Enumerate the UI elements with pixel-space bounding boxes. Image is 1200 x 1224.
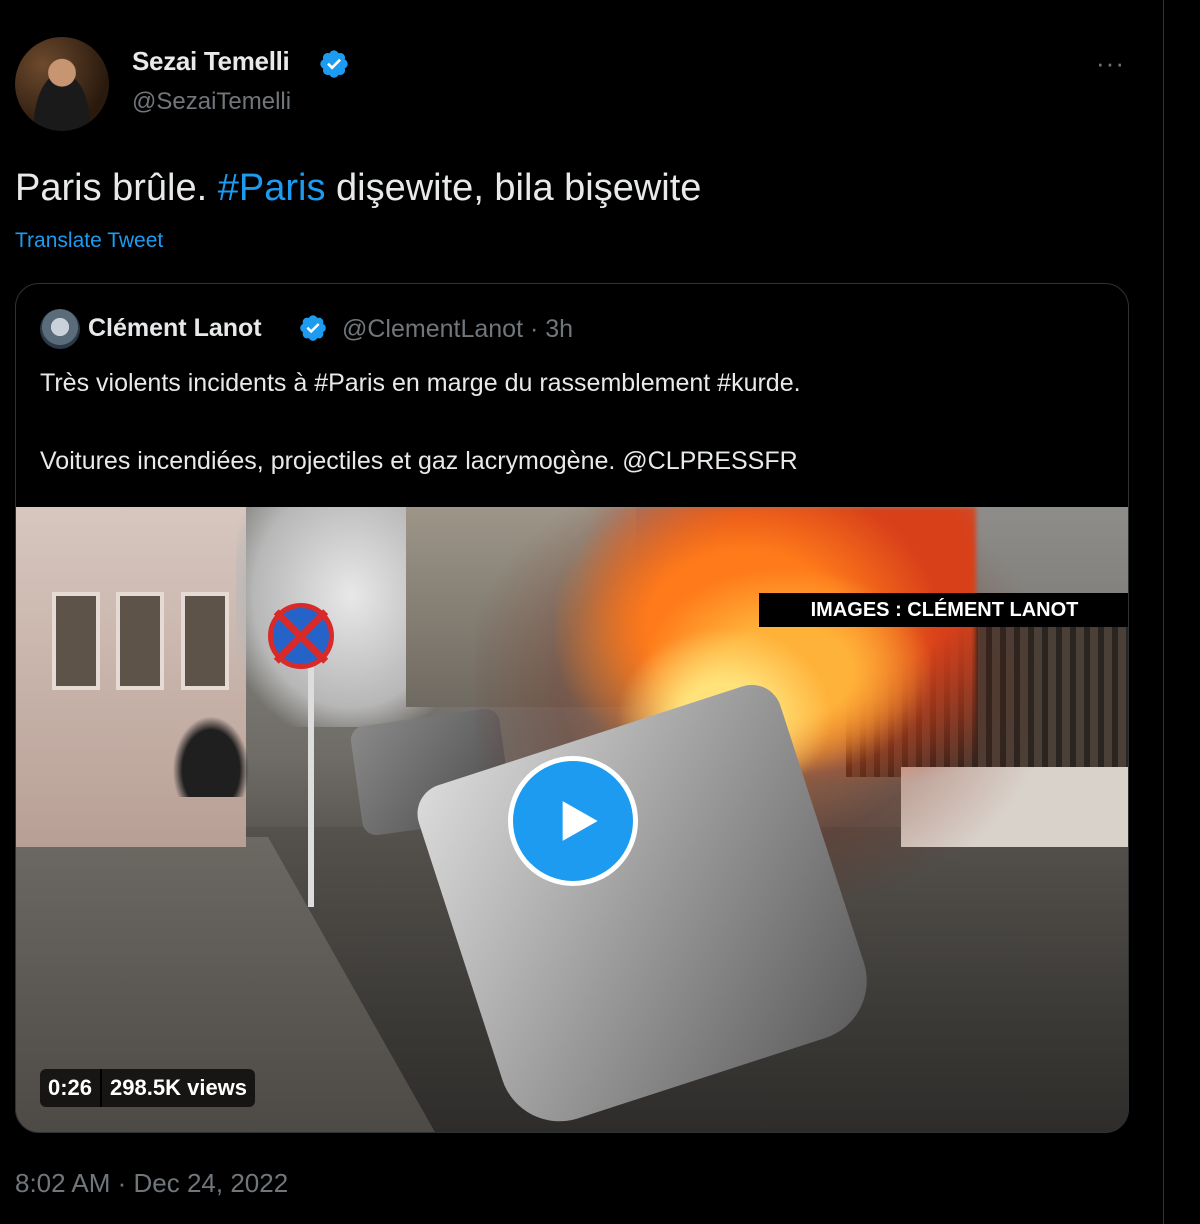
verified-badge-icon [320,50,348,78]
quoted-author-avatar [40,309,80,349]
verified-badge-icon [300,315,326,341]
quoted-tweet-text: Très violents incidents à #Paris en marg… [40,364,801,481]
play-button[interactable] [508,756,638,886]
video-views: 298.5K views [110,1075,248,1100]
tweet-text-part: Paris brûle. [15,167,218,209]
quoted-text-line: Voitures incendiées, projectiles et gaz … [40,447,798,475]
tweet-timestamp[interactable]: 8:02 AM · Dec 24, 2022 [15,1168,288,1199]
video-people [166,707,256,797]
video-stats: 0:26 298.5K views [40,1069,256,1107]
tweet-text: Paris brûle. #Paris dişewite, bila bişew… [15,167,701,210]
video-watermark: IMAGES : CLÉMENT LANOT [759,593,1128,627]
play-icon [562,801,598,841]
video-sign-pole [308,657,314,907]
translate-tweet-link[interactable]: Translate Tweet [15,229,163,253]
video-player[interactable]: IMAGES : CLÉMENT LANOT 0:26 298.5K views [16,507,1128,1132]
author-avatar[interactable] [15,37,109,131]
tweet-text-part: dişewite, bila bişewite [325,167,702,209]
quoted-text-line: Très violents incidents à #Paris en marg… [40,369,801,397]
author-handle[interactable]: @SezaiTemelli [132,88,291,116]
quoted-tweet-card[interactable]: Clément Lanot @ClementLanot · 3h Très vi… [15,283,1129,1133]
no-parking-sign [268,603,334,669]
quoted-author-name: Clément Lanot [88,314,262,342]
quoted-author-handle: @ClementLanot · 3h [342,315,574,343]
more-options-icon[interactable]: ··· [1096,48,1125,79]
hashtag-link[interactable]: #Paris [218,167,326,209]
column-divider [1163,0,1164,1224]
author-name[interactable]: Sezai Temelli [132,46,290,77]
video-duration: 0:26 [48,1075,93,1100]
